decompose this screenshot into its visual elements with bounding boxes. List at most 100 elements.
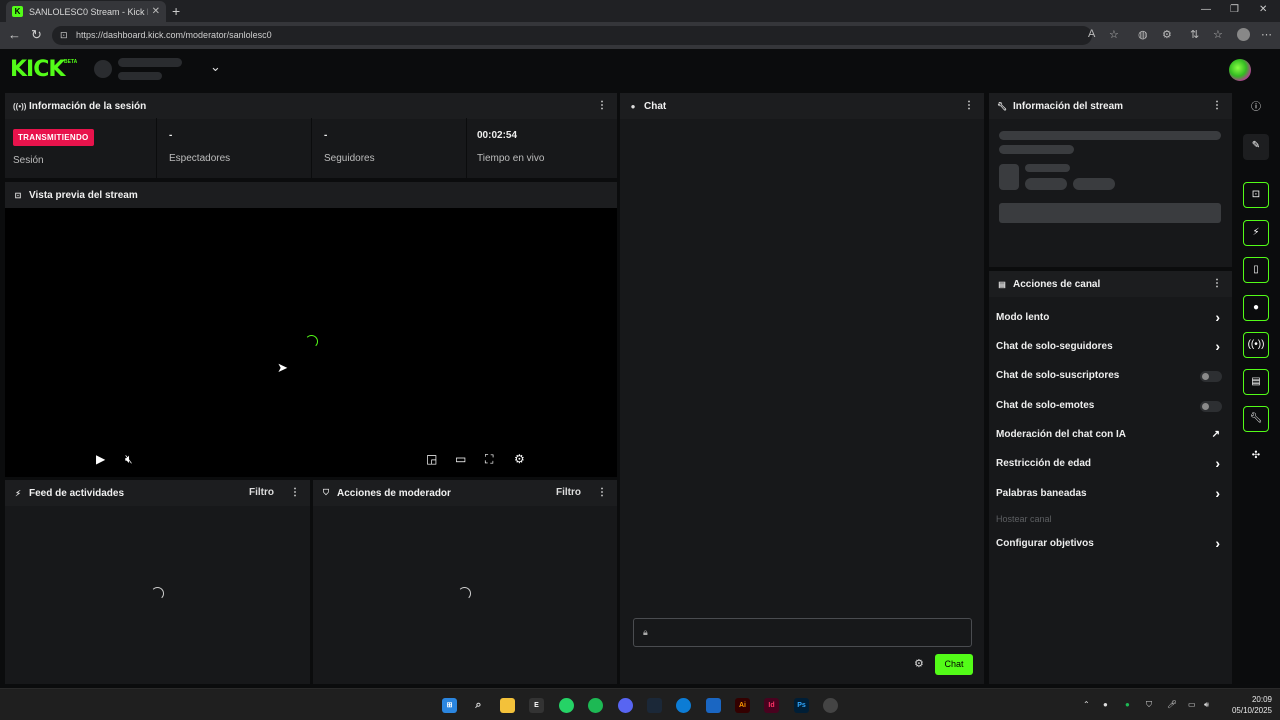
chat-header: ● Chat [620,93,984,119]
tab-close-icon[interactable]: ✕ [152,6,160,17]
chat-send-button[interactable]: Chat [935,654,973,675]
document-toggle-icon[interactable]: ▯ [1243,257,1269,283]
back-icon[interactable]: ← [8,27,21,42]
profile-icon[interactable] [1237,28,1250,41]
channel-sub-placeholder [118,72,162,80]
pip-icon[interactable]: ◲ [426,452,437,466]
chat-menu-icon[interactable]: ⋮ [964,100,974,111]
chat-toggle-icon[interactable]: ● [1243,295,1269,321]
server-toggle-icon[interactable]: ▤ [1243,369,1269,395]
chevron-right-icon: › [1215,455,1220,471]
tab-title: SANLOLESC0 Stream - Kick Dash [29,6,148,17]
tag-placeholder-2 [1073,178,1115,190]
category-thumb-placeholder [999,164,1019,190]
clock-date: 05/10/2025 [1231,706,1272,715]
indesign-icon[interactable]: Id [764,698,779,713]
channel-actions-menu-icon[interactable]: ⋮ [1212,278,1222,289]
tray-app-icon[interactable]: ● [1103,700,1108,709]
app-icon[interactable] [706,698,721,713]
new-tab-icon[interactable]: + [172,3,180,19]
illustrator-icon[interactable]: Ai [735,698,750,713]
stream-info-menu-icon[interactable]: ⋮ [1212,100,1222,111]
tray-security-icon[interactable]: ⛉ [1146,700,1152,710]
action-ai-moderation[interactable]: Moderación del chat con IA ↗ [996,429,1226,449]
kick-logo[interactable]: KICK [10,57,65,82]
favorites-icon[interactable]: ☆ [1213,28,1223,41]
widgets-icon[interactable]: ✣ [1243,444,1269,470]
chat-input[interactable]: 🔒︎ [633,618,972,647]
mod-filter-button[interactable]: Filtro [556,487,581,498]
photoshop-icon[interactable]: Ps [794,698,809,713]
url-field[interactable]: ⊡ https://dashboard.kick.com/moderator/s… [52,26,1092,45]
activity-menu-icon[interactable]: ⋮ [290,487,300,498]
tray-volume-icon[interactable]: 🔊︎ [1204,700,1209,710]
player-settings-icon[interactable]: ⚙ [514,452,525,466]
kick-favicon-icon: K [12,6,23,17]
minimize-icon[interactable]: — [1201,4,1211,15]
edge-icon[interactable] [676,698,691,713]
activity-filter-button[interactable]: Filtro [249,487,274,498]
taskbar-search-icon[interactable]: ⌕ [471,698,486,713]
stat-viewers: - Espectadores [157,118,312,178]
emotes-only-toggle[interactable] [1200,401,1222,412]
puzzle-icon[interactable]: ⚙ [1162,28,1172,41]
maximize-icon[interactable]: ❐ [1230,4,1239,15]
preview-loading-spinner [305,335,318,348]
subscribers-only-toggle[interactable] [1200,371,1222,382]
action-slow-mode[interactable]: Modo lento › [996,309,1226,332]
wrench-toggle-icon[interactable]: 🔧︎ [1243,406,1269,432]
whatsapp-icon[interactable] [559,698,574,713]
action-configure-goals[interactable]: Configurar objetivos › [996,535,1226,558]
obs-icon[interactable] [823,698,838,713]
mod-menu-icon[interactable]: ⋮ [597,487,607,498]
viewers-value: - [169,130,173,141]
channel-actions-header: ▤ Acciones de canal [989,271,1232,297]
play-icon[interactable]: ▶ [96,452,105,466]
split-screen-icon[interactable]: ⇅ [1190,28,1199,41]
windows-start-icon[interactable]: ⊞ [442,698,457,713]
favorite-icon[interactable]: ☆ [1109,28,1119,41]
live-time-value: 00:02:54 [477,130,518,141]
action-label: Moderación del chat con IA [996,429,1127,440]
file-explorer-icon[interactable] [500,698,515,713]
extension-icon[interactable]: ◍ [1138,28,1148,41]
clock-time: 20:09 [1251,695,1272,704]
action-age-restriction[interactable]: Restricción de edad › [996,455,1226,478]
taskbar-clock[interactable]: 20:09 05/10/2025 [1222,694,1272,716]
site-info-icon[interactable]: ⊡ [60,26,68,45]
epic-games-icon[interactable]: E [529,698,544,713]
tray-mic-icon[interactable]: 🎤︎ [1167,700,1177,709]
mod-loading-spinner [458,587,471,600]
chat-settings-icon[interactable]: ⚙ [914,657,924,670]
steam-icon[interactable] [647,698,662,713]
preview-toggle-icon[interactable]: ⊡ [1243,182,1269,208]
pencil-icon[interactable]: ✎ [1243,134,1269,160]
mod-actions-panel: ⛉ Acciones de moderador Filtro ⋮ [312,479,618,685]
session-menu-icon[interactable]: ⋮ [597,100,607,111]
channel-dropdown-chevron-icon[interactable]: ⌄ [210,59,221,75]
live-time-label: Tiempo en vivo [477,153,545,164]
read-aloud-icon[interactable]: A [1088,28,1095,40]
info-icon[interactable]: ⓘ [1243,96,1269,122]
preview-panel-header: ⊡ Vista previa del stream [5,182,617,208]
tray-chevron-icon[interactable]: ⌃ [1083,700,1090,709]
window-close-icon[interactable]: ✕ [1259,4,1267,15]
mute-icon[interactable]: 🔇︎ [125,452,133,467]
browser-menu-icon[interactable]: ⋯ [1261,28,1272,41]
followers-value: - [324,130,328,141]
chevron-right-icon: › [1215,338,1220,354]
action-banned-words[interactable]: Palabras baneadas › [996,485,1226,508]
theater-mode-icon[interactable]: ▭ [455,452,466,466]
discord-icon[interactable] [618,698,633,713]
wrench-icon: 🔧︎ [997,101,1008,111]
spotify-icon[interactable] [588,698,603,713]
action-followers-only[interactable]: Chat de solo-seguidores › [996,338,1226,361]
user-avatar[interactable] [1229,59,1251,81]
fullscreen-icon[interactable]: ⛶ [485,452,493,467]
tray-spotify-icon[interactable]: ● [1125,700,1130,709]
reload-icon[interactable]: ↻ [31,27,42,43]
activity-toggle-icon[interactable]: ⚡︎ [1243,220,1269,246]
tray-network-icon[interactable]: ▭ [1188,700,1196,709]
browser-tab[interactable]: K SANLOLESC0 Stream - Kick Dash ✕ [6,1,166,22]
broadcast-toggle-icon[interactable]: ((•)) [1243,332,1269,358]
